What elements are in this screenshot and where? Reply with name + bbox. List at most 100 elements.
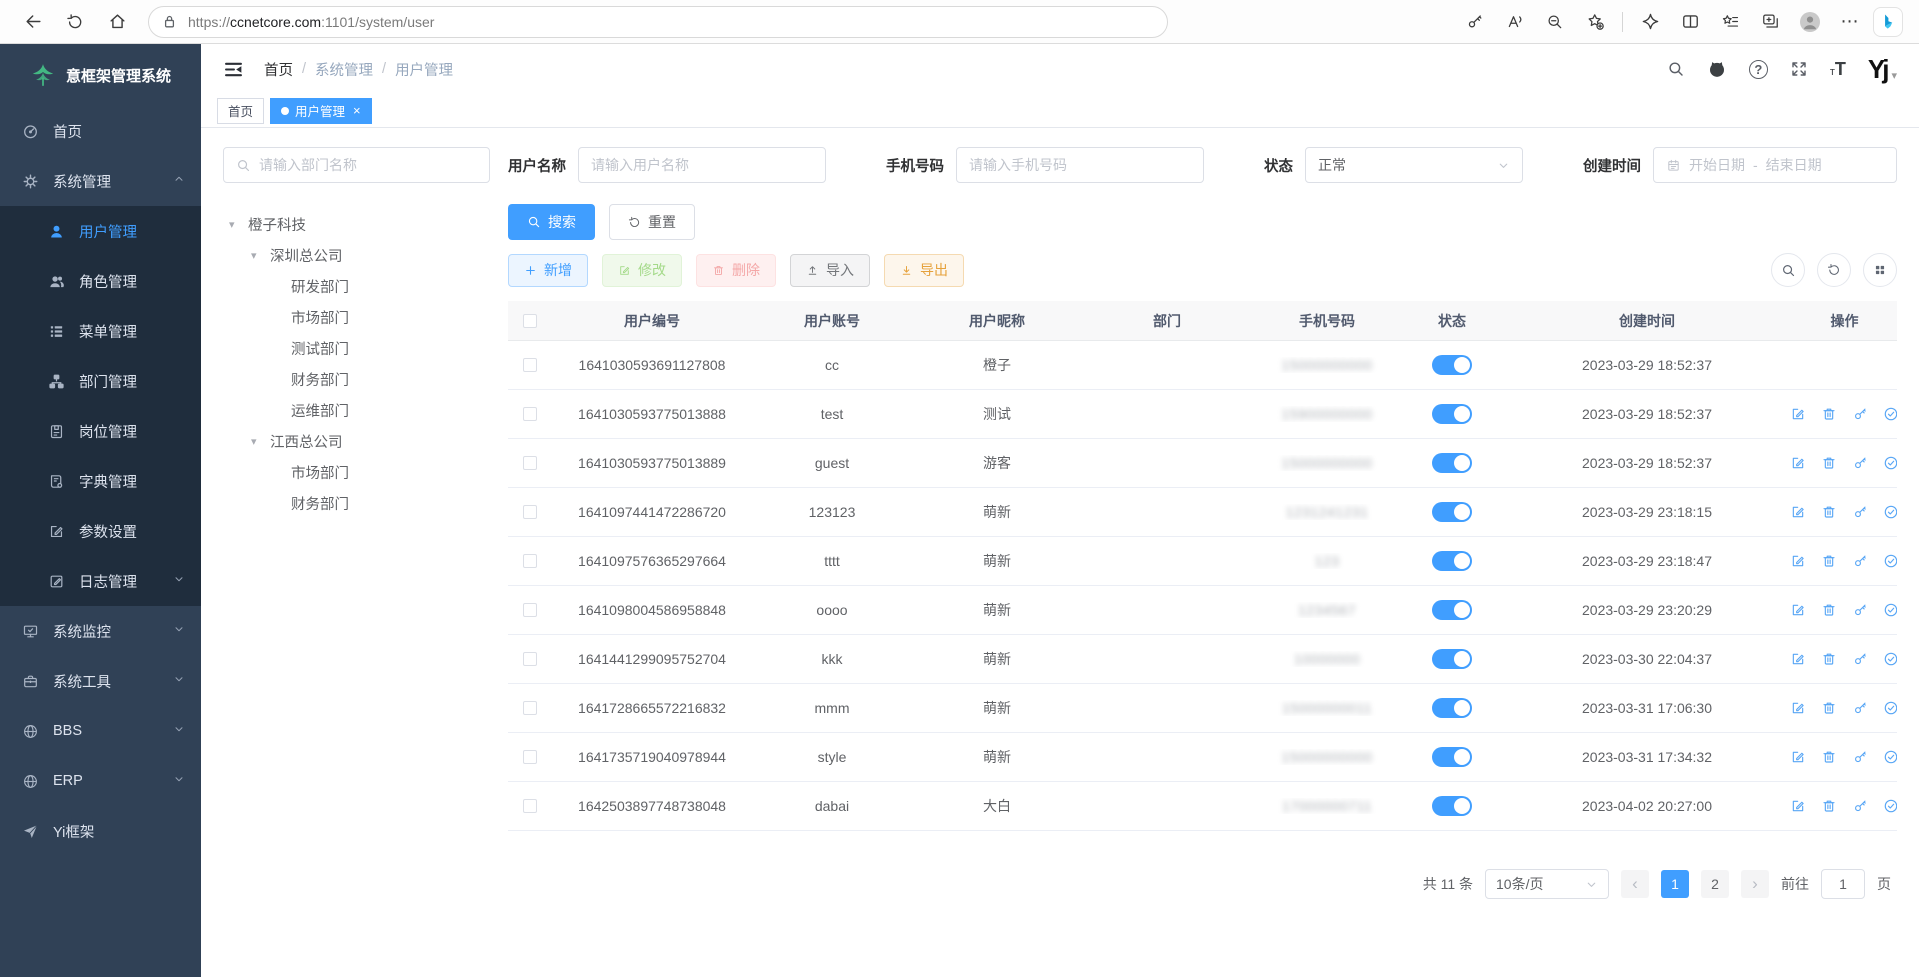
tree-node-dept[interactable]: 运维部门 [223,395,490,426]
sidebar-item-menu-mgmt[interactable]: 菜单管理 [0,306,201,356]
row-checkbox[interactable] [523,456,537,470]
row-edit-icon[interactable] [1792,651,1806,667]
tree-node-dept[interactable]: 市场部门 [223,457,490,488]
address-bar[interactable]: https://ccnetcore.com:1101/system/user [148,6,1168,38]
status-select[interactable]: 正常 [1305,147,1523,183]
row-delete-icon[interactable] [1821,602,1837,618]
header-search-icon[interactable] [1667,60,1685,78]
select-all-checkbox[interactable] [523,314,537,328]
tree-node-dept[interactable]: 财务部门 [223,488,490,519]
page-1-button[interactable]: 1 [1661,870,1689,898]
table-row[interactable]: 1641728665572216832 mmm 萌新 15000000011 2… [508,684,1897,733]
table-refresh-button[interactable] [1817,253,1851,287]
row-assign-role-icon[interactable] [1883,749,1897,765]
phone-input[interactable] [969,157,1191,173]
row-reset-password-icon[interactable] [1852,798,1868,814]
table-row[interactable]: 1641030593775013889 guest 游客 15000000000… [508,439,1897,488]
row-assign-role-icon[interactable] [1883,406,1897,422]
read-aloud-icon[interactable] [1498,5,1532,39]
sidebar-collapse-button[interactable] [223,59,244,80]
row-edit-icon[interactable] [1792,749,1806,765]
tab-user-mgmt[interactable]: 用户管理 × [270,98,372,124]
row-delete-icon[interactable] [1821,406,1837,422]
sidebar-item-tools[interactable]: 系统工具 [0,656,201,706]
tree-node-dept[interactable]: 财务部门 [223,364,490,395]
row-reset-password-icon[interactable] [1852,651,1868,667]
sidebar-item-monitor[interactable]: 系统监控 [0,606,201,656]
tree-node-branch[interactable]: ▾深圳总公司 [223,240,490,271]
status-toggle[interactable] [1432,551,1472,571]
sidebar-item-erp[interactable]: ERP [0,756,201,806]
tab-home[interactable]: 首页 [217,98,264,124]
user-avatar[interactable]: Yj [1868,56,1887,82]
table-row[interactable]: 1641030593775013888 test 测试 15900000000 … [508,390,1897,439]
row-checkbox[interactable] [523,652,537,666]
password-key-icon[interactable] [1458,5,1492,39]
page-2-button[interactable]: 2 [1701,870,1729,898]
favorites-bar-icon[interactable] [1713,5,1747,39]
status-toggle[interactable] [1432,796,1472,816]
browser-more-menu[interactable]: ⋯ [1833,5,1867,39]
row-reset-password-icon[interactable] [1852,602,1868,618]
split-screen-icon[interactable] [1673,5,1707,39]
app-logo[interactable]: 意框架管理系统 [0,44,201,106]
username-field[interactable] [578,147,826,183]
import-button[interactable]: 导入 [790,254,870,287]
date-range-picker[interactable]: 开始日期 - 结束日期 [1653,147,1897,183]
status-toggle[interactable] [1432,698,1472,718]
browser-back-button[interactable] [16,5,50,39]
tree-node-branch[interactable]: ▾江西总公司 [223,426,490,457]
row-delete-icon[interactable] [1821,798,1837,814]
row-reset-password-icon[interactable] [1852,749,1868,765]
column-settings-button[interactable] [1863,253,1897,287]
row-checkbox[interactable] [523,603,537,617]
help-icon[interactable]: ? [1749,60,1768,79]
row-checkbox[interactable] [523,701,537,715]
row-assign-role-icon[interactable] [1883,651,1897,667]
dept-search-field[interactable] [223,147,490,183]
status-toggle[interactable] [1432,747,1472,767]
next-page-button[interactable]: › [1741,870,1769,898]
caret-down-icon[interactable]: ▾ [251,435,263,448]
zoom-out-icon[interactable] [1538,5,1572,39]
bing-chat-icon[interactable] [1873,7,1903,37]
table-row[interactable]: 1641030593691127808 cc 橙子 15000000000 20… [508,341,1897,390]
reset-button[interactable]: 重置 [609,204,695,240]
caret-down-icon[interactable]: ▾ [251,249,263,262]
row-reset-password-icon[interactable] [1852,455,1868,471]
sidebar-item-dict-mgmt[interactable]: 字典管理 [0,456,201,506]
extensions-icon[interactable] [1633,5,1667,39]
row-edit-icon[interactable] [1792,798,1806,814]
breadcrumb-home[interactable]: 首页 [264,59,293,80]
row-assign-role-icon[interactable] [1883,798,1897,814]
tree-node-dept[interactable]: 市场部门 [223,302,490,333]
row-delete-icon[interactable] [1821,504,1837,520]
sidebar-item-dept-mgmt[interactable]: 部门管理 [0,356,201,406]
row-edit-icon[interactable] [1792,602,1806,618]
table-search-toggle[interactable] [1771,253,1805,287]
browser-profile-avatar[interactable] [1793,5,1827,39]
export-button[interactable]: 导出 [884,254,964,287]
row-delete-icon[interactable] [1821,749,1837,765]
font-size-icon[interactable]: тT [1830,59,1846,80]
row-assign-role-icon[interactable] [1883,602,1897,618]
tree-node-company[interactable]: ▾橙子科技 [223,209,490,240]
status-toggle[interactable] [1432,600,1472,620]
sidebar-item-system[interactable]: 系统管理 [0,156,201,206]
row-checkbox[interactable] [523,407,537,421]
row-checkbox[interactable] [523,554,537,568]
row-edit-icon[interactable] [1792,455,1806,471]
caret-down-icon[interactable]: ▾ [229,218,241,231]
row-checkbox[interactable] [523,750,537,764]
row-delete-icon[interactable] [1821,553,1837,569]
tree-node-dept[interactable]: 研发部门 [223,271,490,302]
sidebar-item-user-mgmt[interactable]: 用户管理 [0,206,201,256]
row-delete-icon[interactable] [1821,455,1837,471]
row-delete-icon[interactable] [1821,651,1837,667]
row-reset-password-icon[interactable] [1852,504,1868,520]
row-edit-icon[interactable] [1792,553,1806,569]
username-input[interactable] [591,157,813,173]
row-checkbox[interactable] [523,505,537,519]
row-edit-icon[interactable] [1792,406,1806,422]
row-assign-role-icon[interactable] [1883,504,1897,520]
